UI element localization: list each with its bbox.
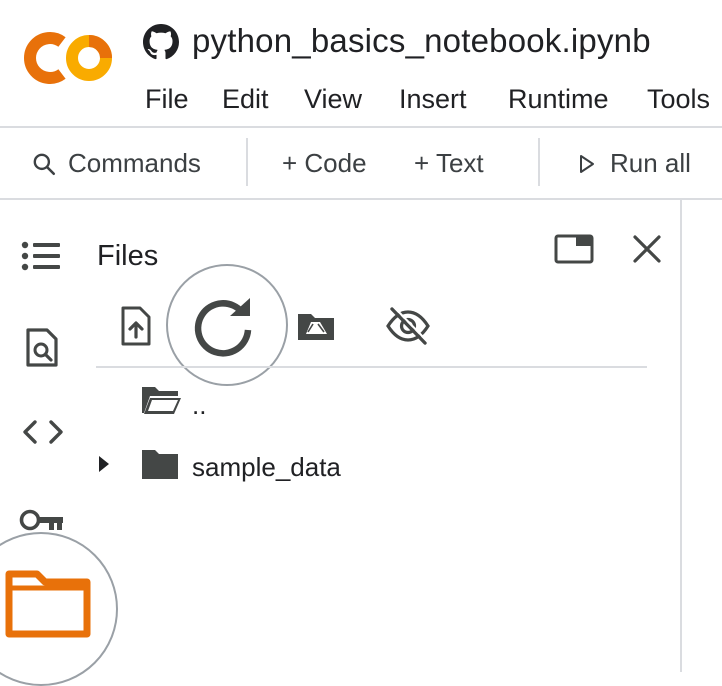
upload-icon[interactable] <box>120 306 152 346</box>
list-item[interactable]: sample_data <box>96 444 647 488</box>
secrets-key-icon[interactable] <box>19 506 65 534</box>
menu-tools[interactable]: Tools <box>647 84 710 115</box>
github-icon <box>143 24 179 60</box>
header-divider <box>0 126 722 128</box>
run-all-button[interactable]: Run all <box>610 148 691 179</box>
table-of-contents-icon[interactable] <box>20 240 62 272</box>
play-icon <box>580 155 594 173</box>
folder-icon <box>142 450 178 479</box>
colab-logo[interactable] <box>22 30 114 86</box>
notebook-title[interactable]: python_basics_notebook.ipynb <box>192 22 651 60</box>
refresh-icon[interactable] <box>190 296 258 358</box>
menu-edit[interactable]: Edit <box>222 84 269 115</box>
files-panel-title: Files <box>97 240 159 272</box>
close-icon[interactable] <box>632 234 662 264</box>
list-item[interactable]: .. <box>96 380 647 424</box>
toolbar-divider <box>538 138 540 186</box>
toolbar-divider <box>246 138 248 186</box>
menu-runtime[interactable]: Runtime <box>508 84 609 115</box>
add-code-button[interactable]: + Code <box>282 148 367 179</box>
expand-arrow-icon[interactable] <box>96 454 112 474</box>
mount-drive-icon[interactable] <box>296 310 336 342</box>
hidden-files-icon[interactable] <box>385 306 431 346</box>
menu-view[interactable]: View <box>304 84 362 115</box>
toolbar-divider-bottom <box>0 198 722 200</box>
code-snippets-icon[interactable] <box>22 418 64 446</box>
folder-name: sample_data <box>192 452 341 482</box>
files-folder-icon[interactable] <box>5 568 91 638</box>
menu-file[interactable]: File <box>145 84 189 115</box>
folder-open-icon <box>142 387 181 414</box>
search-icon <box>33 153 56 176</box>
open-in-tab-icon[interactable] <box>554 234 594 264</box>
files-toolbar-divider <box>96 366 647 368</box>
add-text-button[interactable]: + Text <box>414 148 484 179</box>
find-icon[interactable] <box>25 328 59 368</box>
menu-insert[interactable]: Insert <box>399 84 467 115</box>
parent-folder-label: .. <box>192 390 207 420</box>
notebook-area-edge <box>680 200 682 672</box>
commands-button[interactable]: Commands <box>68 148 201 179</box>
